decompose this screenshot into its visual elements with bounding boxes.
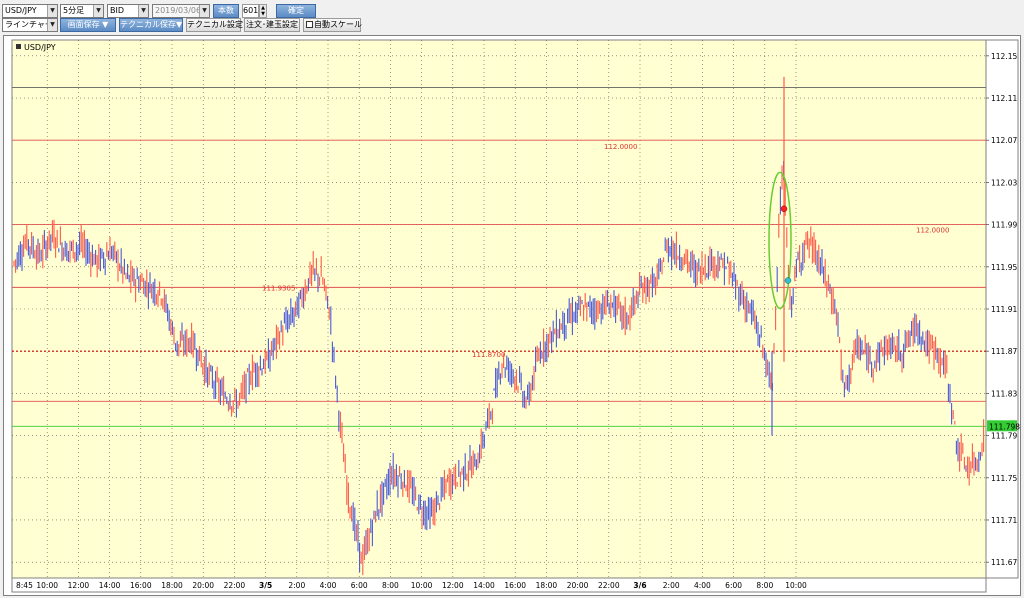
x-tick-label: 20:00 — [192, 581, 214, 590]
y-tick-label: 112.11 — [991, 94, 1017, 103]
auto-scale-label: 自動スケール — [314, 20, 362, 29]
y-tick-label: 111.79 — [991, 432, 1017, 441]
red-marker-icon — [780, 205, 788, 213]
date-select[interactable]: 2019/03/06 ▼ — [152, 4, 210, 18]
time-axis — [11, 577, 987, 593]
x-tick-label: 8:00 — [756, 581, 773, 590]
x-tick-label: 14:00 — [99, 581, 121, 590]
price-type-select-value: BID — [110, 6, 125, 15]
symbol-label: USD/JPY — [24, 43, 56, 52]
x-tick-label: 6:00 — [725, 581, 742, 590]
symbol-select[interactable]: USD/JPY ▼ — [2, 4, 58, 18]
toolbar-row-2: ラインチャート ▼ 画面保存 ▼ テクニカル保存▼ テクニカル設定 注文･建玉設… — [0, 18, 1024, 33]
symbol-select-value: USD/JPY — [5, 6, 37, 15]
y-tick-label: 111.87 — [991, 347, 1017, 356]
auto-scale-button[interactable]: 自動スケール — [303, 18, 362, 32]
price-line-label: 112.0000 — [604, 143, 637, 151]
x-tick-label: 22:00 — [598, 581, 620, 590]
x-tick-label: 10:00 — [411, 581, 433, 590]
technical-save-button[interactable]: テクニカル保存▼ — [119, 18, 183, 32]
confirm-button[interactable]: 確定 — [276, 4, 316, 18]
count-stepper[interactable]: ▲ ▼ — [259, 4, 267, 18]
y-tick-label: 111.91 — [991, 305, 1017, 314]
x-tick-label: 10:00 — [36, 581, 58, 590]
price-type-select[interactable]: BID ▼ — [107, 4, 149, 18]
chevron-down-icon: ▼ — [199, 5, 209, 17]
price-line-label: 112.0000 — [916, 227, 949, 235]
chevron-down-icon: ▼ — [138, 5, 148, 17]
technical-settings-button[interactable]: テクニカル設定 — [186, 18, 243, 32]
chevron-down-icon: ▼ — [47, 19, 57, 31]
y-tick-label: 111.99 — [991, 221, 1017, 230]
current-price-label: 111.7988 — [989, 422, 1020, 431]
x-tick-label: 22:00 — [224, 581, 246, 590]
x-tick-label: 8:00 — [382, 581, 399, 590]
x-tick-label: 3/6 — [633, 581, 646, 590]
screen-save-button[interactable]: 画面保存 ▼ — [60, 18, 116, 32]
chart-canvas[interactable]: USD/JPY 112.15 112.11 112.07 112.03 111.99 111… — [4, 36, 1024, 595]
x-tick-label: 20:00 — [567, 581, 589, 590]
y-tick-label: 111.95 — [991, 263, 1017, 272]
plot-area — [11, 39, 987, 579]
x-tick-label: 2:00 — [663, 581, 680, 590]
x-tick-label: 16:00 — [130, 581, 152, 590]
y-tick-label: 111.75 — [991, 474, 1017, 483]
chart-type-select[interactable]: ラインチャート ▼ — [2, 18, 58, 32]
y-tick-label: 111.71 — [991, 516, 1017, 525]
x-tick-label: 18:00 — [161, 581, 183, 590]
x-tick-label: 12:00 — [68, 581, 90, 590]
y-tick-label: 112.07 — [991, 136, 1017, 145]
y-tick-label: 111.83 — [991, 389, 1017, 398]
price-chart[interactable]: USD/JPY 112.15 112.11 112.07 112.03 111.99 111… — [3, 35, 1024, 596]
count-button[interactable]: 本数 — [213, 4, 239, 18]
x-tick-label: 2:00 — [288, 581, 305, 590]
y-tick-label: 111.67 — [991, 558, 1017, 567]
timeframe-select[interactable]: 5分足 ▼ — [60, 4, 104, 18]
chevron-down-icon: ▼ — [93, 5, 103, 17]
x-tick-label: 10:00 — [785, 581, 807, 590]
x-tick-label: 14:00 — [473, 581, 495, 590]
date-select-value: 2019/03/06 — [155, 6, 202, 15]
symbol-marker-icon — [16, 44, 21, 49]
cyan-marker-icon — [784, 277, 792, 284]
count-input[interactable]: 601 — [242, 4, 259, 18]
timeframe-select-value: 5分足 — [63, 6, 85, 15]
x-tick-label: 8:45 — [16, 581, 33, 590]
checkbox-icon — [306, 21, 313, 28]
x-tick-label: 4:00 — [320, 581, 337, 590]
x-tick-label: 12:00 — [442, 581, 464, 590]
order-settings-button[interactable]: 注文･建玉設定 — [244, 18, 300, 32]
y-tick-label: 112.15 — [991, 52, 1017, 61]
price-line-label: 111.9305 — [262, 284, 295, 292]
x-tick-label: 6:00 — [351, 581, 368, 590]
toolbar-row-1: USD/JPY ▼ 5分足 ▼ BID ▼ 2019/03/06 ▼ 本数 60… — [0, 2, 1024, 18]
x-tick-label: 3/5 — [259, 581, 272, 590]
x-tick-label: 18:00 — [536, 581, 558, 590]
x-tick-label: 4:00 — [694, 581, 711, 590]
price-line-label: 111.8700 — [472, 351, 505, 359]
x-tick-label: 16:00 — [504, 581, 526, 590]
y-tick-label: 112.03 — [991, 178, 1017, 187]
chevron-down-icon: ▼ — [47, 5, 57, 17]
